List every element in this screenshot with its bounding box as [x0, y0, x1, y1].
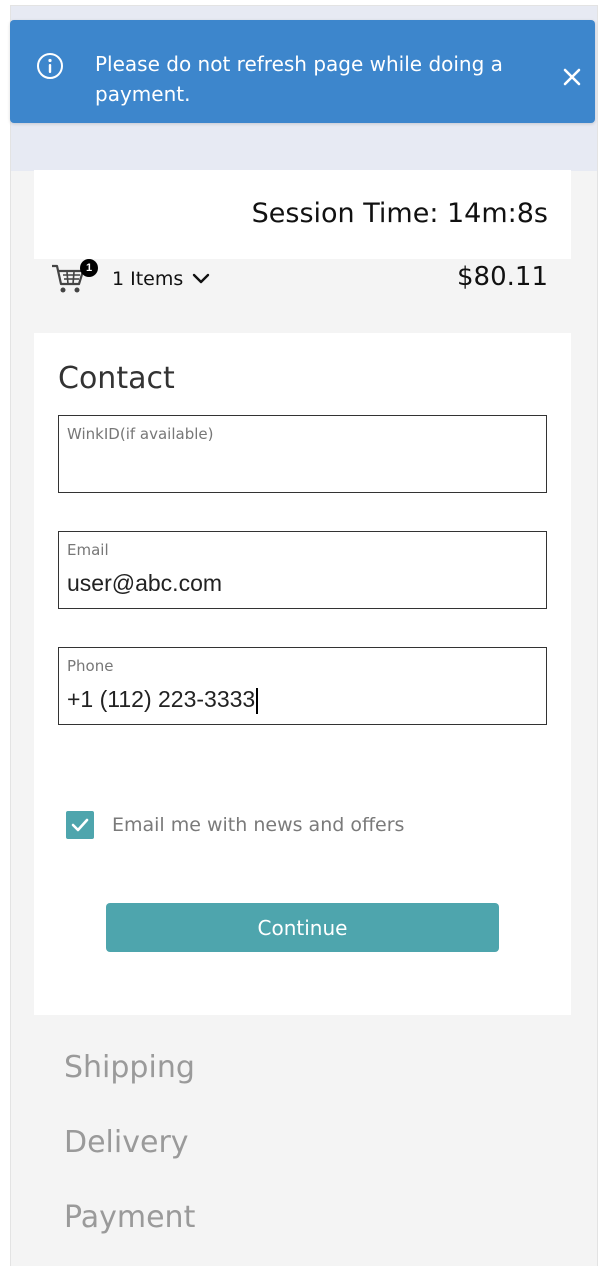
- cart-badge: 1: [80, 259, 98, 277]
- contact-card: Contact WinkID(if available) Email user@…: [34, 333, 571, 1015]
- payment-alert: Please do not refresh page while doing a…: [10, 20, 595, 123]
- phone-value: +1 (112) 223-3333: [67, 686, 256, 712]
- contact-title: Contact: [58, 361, 175, 396]
- items-toggle[interactable]: 1 Items: [112, 267, 211, 291]
- chevron-down-icon: [193, 273, 210, 284]
- phone-value-wrap[interactable]: +1 (112) 223-3333: [67, 686, 537, 714]
- cart-total: $80.11: [457, 262, 548, 292]
- close-icon[interactable]: [559, 64, 585, 90]
- phone-label: Phone: [67, 657, 114, 675]
- step-payment[interactable]: Payment: [64, 1200, 195, 1235]
- alert-message: Please do not refresh page while doing a…: [95, 52, 503, 106]
- cart-summary: 1 1 Items $80.11: [34, 258, 571, 298]
- email-value[interactable]: user@abc.com: [67, 570, 537, 597]
- step-delivery[interactable]: Delivery: [64, 1125, 189, 1160]
- winkid-field[interactable]: WinkID(if available): [58, 415, 547, 493]
- winkid-label: WinkID(if available): [67, 425, 214, 443]
- step-shipping[interactable]: Shipping: [64, 1050, 195, 1085]
- email-field[interactable]: Email user@abc.com: [58, 531, 547, 609]
- session-box: Session Time: 14m:8s: [34, 170, 571, 259]
- email-label: Email: [67, 541, 109, 559]
- newsletter-option[interactable]: Email me with news and offers: [66, 810, 404, 840]
- continue-button[interactable]: Continue: [106, 903, 499, 952]
- info-icon: [37, 53, 63, 79]
- newsletter-label: Email me with news and offers: [112, 814, 405, 836]
- items-label: 1 Items: [112, 268, 184, 290]
- newsletter-checkbox[interactable]: [66, 811, 94, 839]
- checkmark-icon: [71, 818, 89, 832]
- phone-field[interactable]: Phone +1 (112) 223-3333: [58, 647, 547, 725]
- text-caret: [256, 687, 259, 714]
- session-time: Session Time: 14m:8s: [251, 198, 548, 229]
